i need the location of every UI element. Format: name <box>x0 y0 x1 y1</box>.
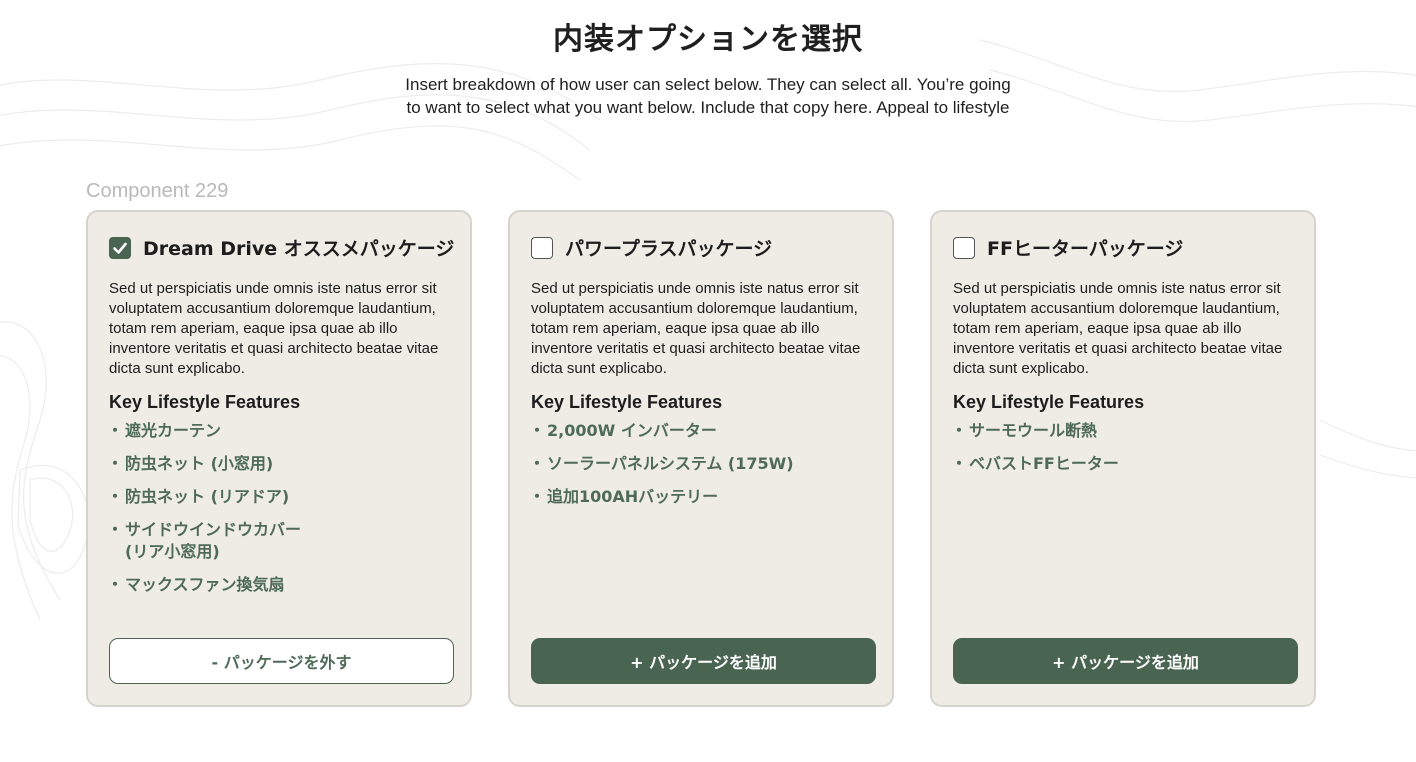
feature-item: 遮光カーテン <box>107 420 449 442</box>
features-list: 2,000W インバーター ソーラーパネルシステム (175W) 追加100AH… <box>529 420 871 519</box>
package-title: Dream Drive オススメパッケージ <box>143 238 455 260</box>
features-list: 遮光カーテン 防虫ネット (小窓用) 防虫ネット (リアドア) サイドウインドウ… <box>107 420 449 607</box>
card-header: Dream Drive オススメパッケージ <box>109 234 454 261</box>
page-subtitle: Insert breakdown of how user can select … <box>405 75 1011 117</box>
feature-item: サーモウール断熱 <box>951 420 1293 442</box>
feature-item: ソーラーパネルシステム (175W) <box>529 453 871 475</box>
add-package-button[interactable]: + パッケージを追加 <box>531 638 876 684</box>
remove-package-button[interactable]: - パッケージを外す <box>109 638 454 684</box>
package-description: Sed ut perspiciatis unde omnis iste natu… <box>953 280 1283 377</box>
feature-item: サイドウインドウカバー (リア小窓用) <box>107 519 449 563</box>
package-description: Sed ut perspiciatis unde omnis iste natu… <box>531 280 861 377</box>
feature-item: ベバストFFヒーター <box>951 453 1293 475</box>
checkmark-icon <box>113 242 127 254</box>
page-title: 内装オプションを選択 <box>553 22 863 57</box>
card-header: FFヒーターパッケージ <box>953 234 1183 261</box>
package-description: Sed ut perspiciatis unde omnis iste natu… <box>109 280 439 377</box>
features-heading: Key Lifestyle Features <box>531 392 723 412</box>
package-checkbox-ff-heater[interactable] <box>953 236 975 259</box>
feature-item: 2,000W インバーター <box>529 420 871 442</box>
component-label: Component 229 <box>86 180 229 202</box>
feature-item: 防虫ネット (リアドア) <box>107 486 449 508</box>
package-card-dream-drive: Dream Drive オススメパッケージ Sed ut perspiciati… <box>86 210 472 707</box>
add-package-button[interactable]: + パッケージを追加 <box>953 638 1298 684</box>
package-card-ff-heater: FFヒーターパッケージ Sed ut perspiciatis unde omn… <box>930 210 1316 707</box>
features-heading: Key Lifestyle Features <box>109 392 301 412</box>
feature-item: マックスファン換気扇 <box>107 574 449 596</box>
package-card-power-plus: パワープラスパッケージ Sed ut perspiciatis unde omn… <box>508 210 894 707</box>
package-title: FFヒーターパッケージ <box>987 238 1184 260</box>
package-checkbox-power-plus[interactable] <box>531 236 553 259</box>
feature-item: 追加100AHバッテリー <box>529 486 871 508</box>
card-header: パワープラスパッケージ <box>531 234 772 261</box>
package-title: パワープラスパッケージ <box>565 238 773 260</box>
package-checkbox-dream-drive[interactable] <box>109 236 131 259</box>
features-list: サーモウール断熱 ベバストFFヒーター <box>951 420 1293 486</box>
feature-item: 防虫ネット (小窓用) <box>107 453 449 475</box>
features-heading: Key Lifestyle Features <box>953 392 1145 412</box>
